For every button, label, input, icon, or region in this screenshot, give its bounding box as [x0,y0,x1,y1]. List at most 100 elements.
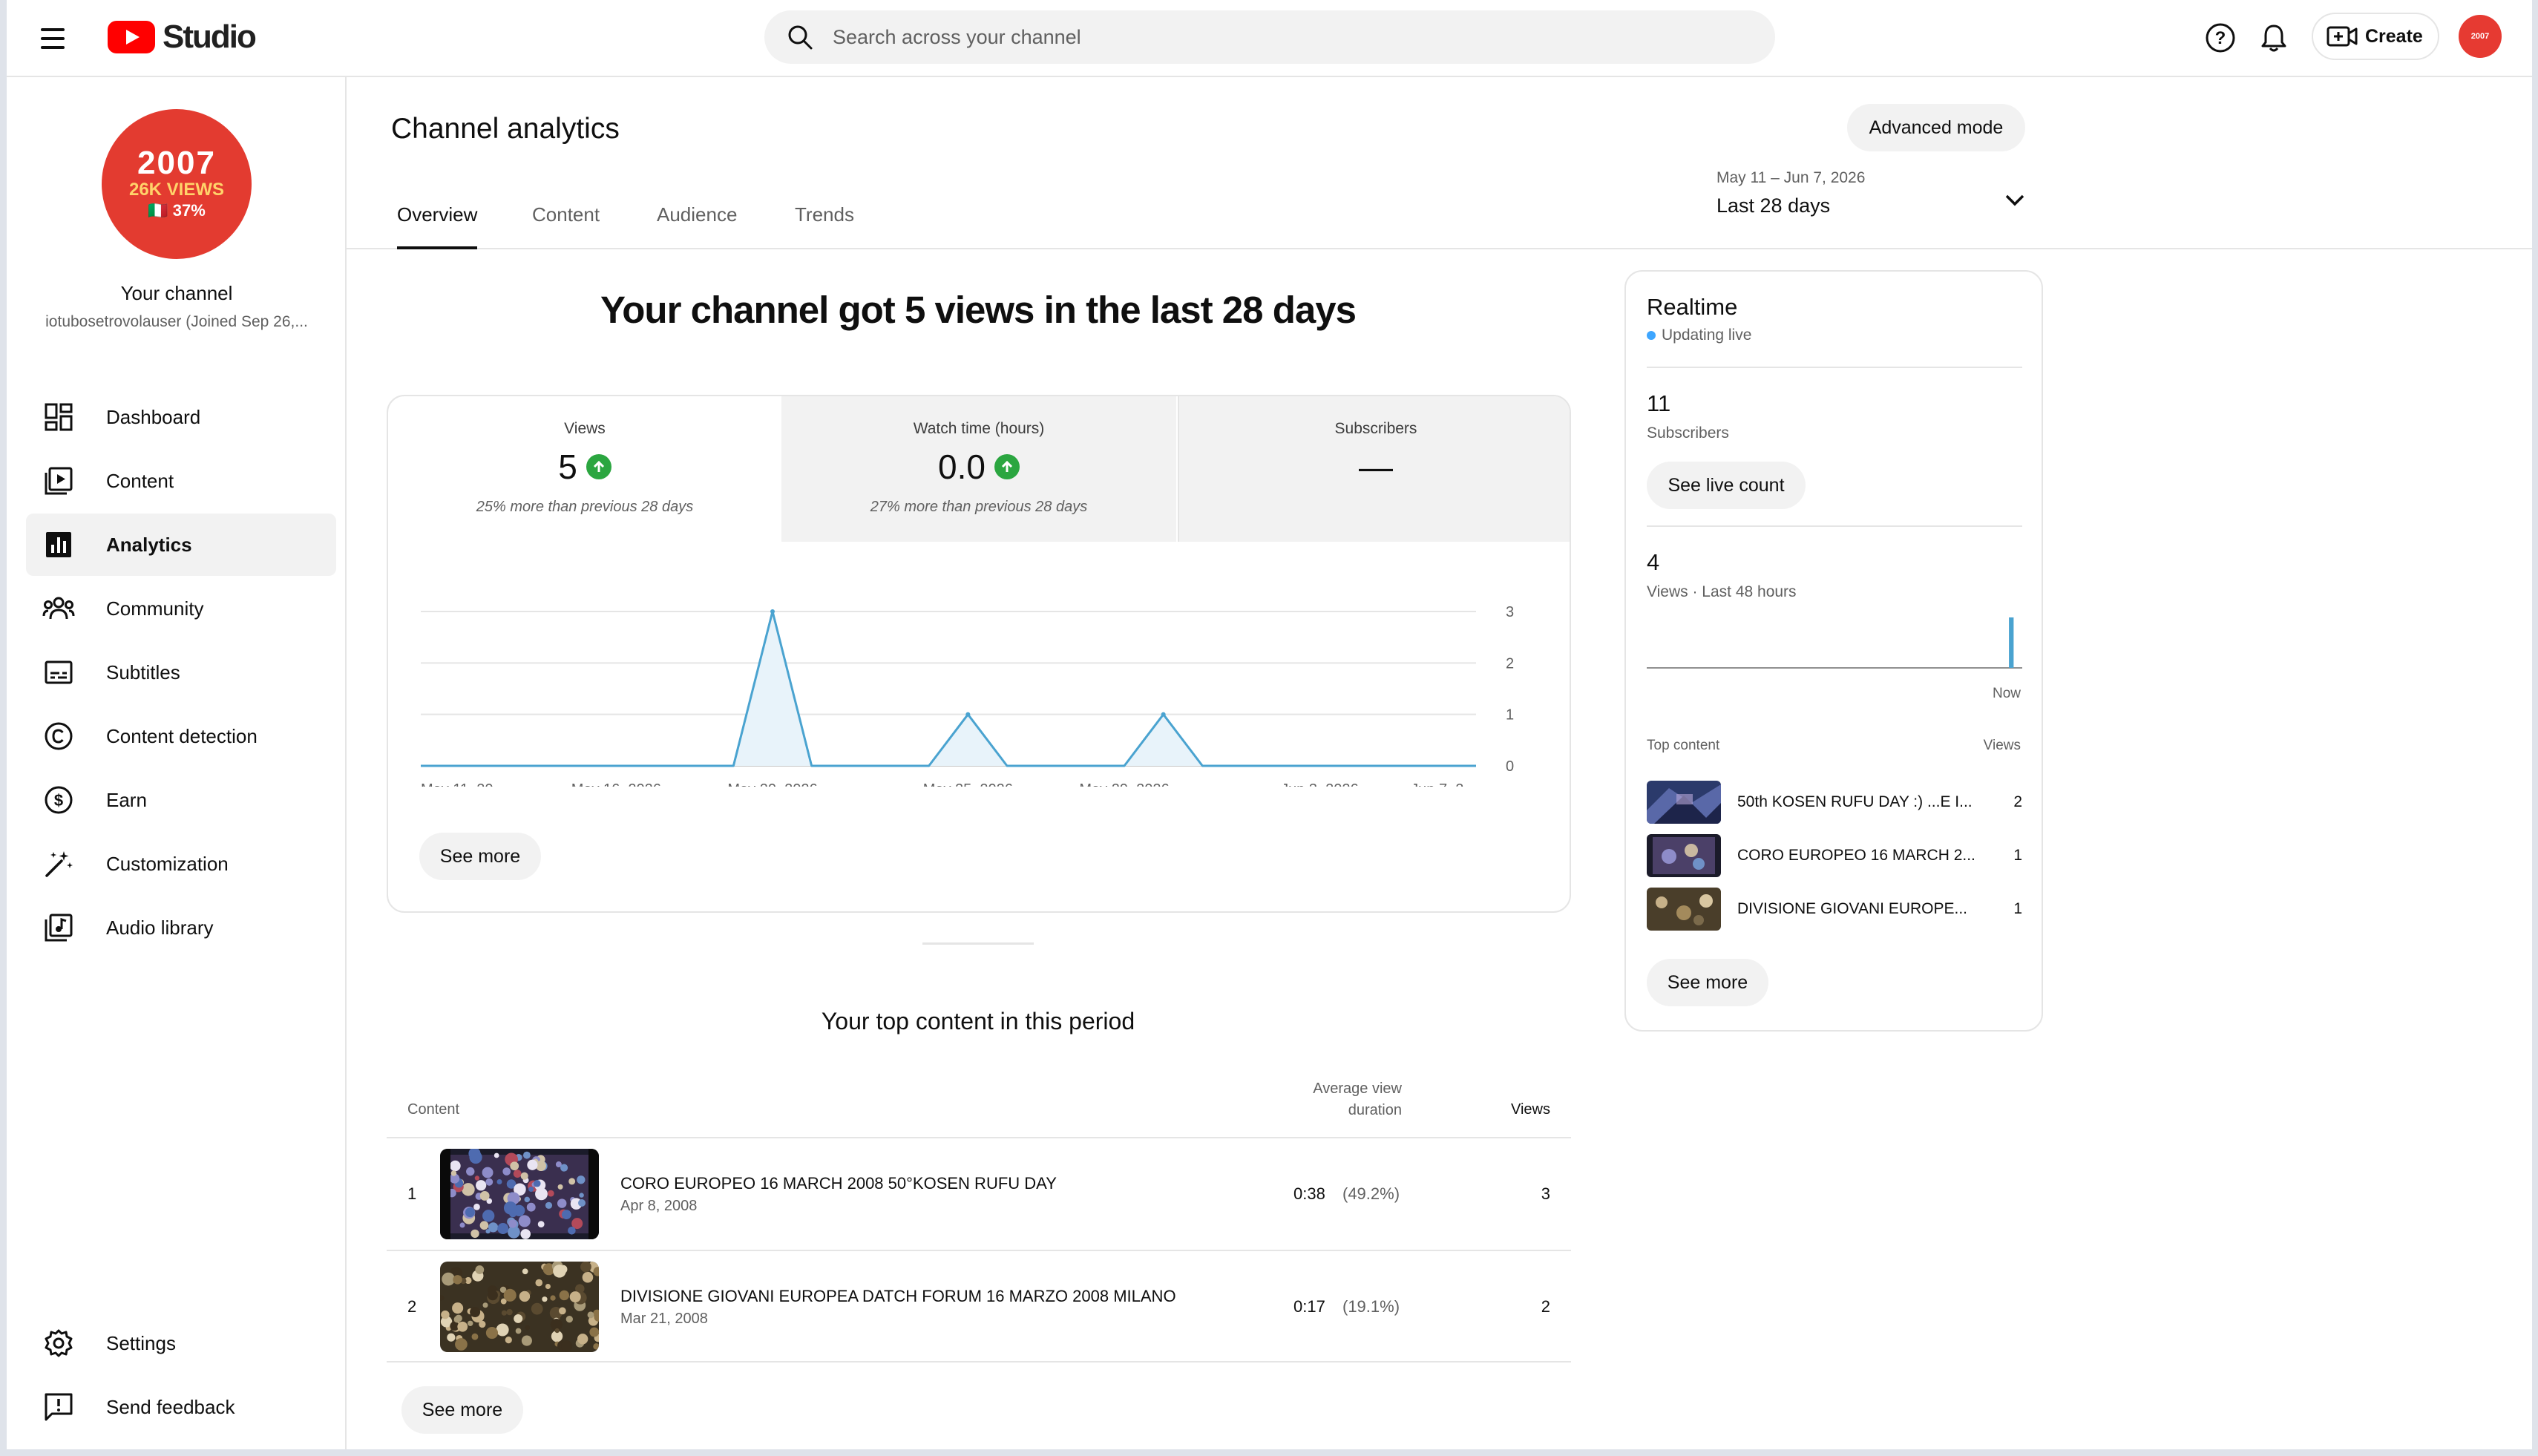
x-tick-label: May 20, 2026 [727,781,817,787]
sidebar-item-content-detection[interactable]: Content detection [26,705,336,767]
video-title[interactable]: CORO EUROPEO 16 MARCH 2008 50°KOSEN RUFU… [620,1174,1057,1193]
realtime-item-views: 2 [2013,793,2022,810]
metrics-card: Views 5 25% more than previous 28 days W… [387,395,1571,913]
metric-subscribers[interactable]: Subscribers — [1178,396,1570,542]
sidebar-item-analytics[interactable]: Analytics [26,514,336,576]
metric-watch-time[interactable]: Watch time (hours) 0.0 27% more than pre… [781,396,1176,542]
metric-views[interactable]: Views 5 25% more than previous 28 days [388,396,781,542]
studio-logo[interactable]: Studio [108,16,257,58]
svg-text:?: ? [2215,28,2226,48]
video-thumbnail[interactable] [440,1262,599,1352]
tab-overview[interactable]: Overview [397,203,478,249]
x-tick-label: May 25, 2026 [923,781,1013,787]
column-header-avg-duration[interactable]: Average view duration [1268,1080,1402,1119]
realtime-item-title: CORO EUROPEO 16 MARCH 2... [1737,847,1975,864]
column-header-views[interactable]: Views [1491,1101,1550,1118]
sidebar-item-audio-library[interactable]: Audio library [26,896,336,959]
menu-icon[interactable] [35,21,70,56]
divider [1647,367,2022,368]
sidebar-item-label: Customization [106,852,229,875]
sidebar-item-community[interactable]: Community [26,577,336,640]
views-area [421,611,1476,766]
avg-view-percent: (19.1%) [1342,1297,1400,1316]
sidebar-item-customization[interactable]: Customization [26,833,336,895]
channel-avatar-line1: 2007 [137,145,216,181]
video-thumbnail [1647,781,1721,824]
channel-avatar[interactable]: 2007 26K VIEWS 🇮🇹 37% [102,109,252,259]
tab-content[interactable]: Content [532,203,600,249]
search-icon [788,25,813,50]
video-title[interactable]: DIVISIONE GIOVANI EUROPEA DATCH FORUM 16… [620,1287,1176,1306]
avg-view-duration: 0:17 [1293,1297,1325,1316]
sidebar-item-label: Earn [106,788,147,811]
copyright-icon [41,718,76,754]
row-rank: 1 [407,1184,417,1203]
sidebar-item-label: Dashboard [106,405,201,428]
sidebar-item-dashboard[interactable]: Dashboard [26,386,336,448]
metric-label: Watch time (hours) [913,420,1045,437]
channel-avatar-line3: 🇮🇹 37% [148,201,206,220]
realtime-see-more-button[interactable]: See more [1647,959,1768,1006]
create-label: Create [2365,25,2423,47]
sidebar-item-earn[interactable]: $ Earn [26,769,336,831]
video-thumbnail[interactable] [440,1149,599,1239]
sidebar-item-label: Community [106,597,204,620]
avg-view-duration: 0:38 [1293,1184,1325,1203]
column-header-avg-line2: duration [1348,1102,1402,1118]
x-tick-label: May 11, 20... [421,781,505,787]
metric-value: 0.0 [938,447,986,486]
realtime-item-views: 1 [2013,900,2022,917]
channel-handle: iotubosetrovolauser (Joined Sep 26,... [45,313,308,330]
notifications-bell-icon[interactable] [2255,19,2292,56]
data-point [965,712,971,717]
table-row[interactable]: 2 DIVISIONE GIOVANI EUROPEA DATCH FORUM … [387,1250,1571,1362]
analytics-icon [41,527,76,563]
create-video-icon [2326,26,2358,47]
y-tick-label: 3 [1506,604,1514,620]
sidebar-item-settings[interactable]: Settings [26,1312,336,1374]
realtime-bar [2009,617,2014,668]
subtitles-icon [41,655,76,690]
realtime-top-item[interactable]: CORO EUROPEO 16 MARCH 2... 1 [1647,833,2022,879]
y-tick-label: 0 [1506,758,1514,775]
x-tick-label: May 16, 2026 [571,781,661,787]
table-row[interactable]: 1 CORO EUROPEO 16 MARCH 2008 50°KOSEN RU… [387,1137,1571,1250]
video-thumbnail [1647,834,1721,877]
gear-icon [41,1325,76,1361]
sidebar-item-subtitles[interactable]: Subtitles [26,641,336,704]
sidebar-item-content[interactable]: Content [26,450,336,512]
advanced-mode-button[interactable]: Advanced mode [1847,104,2025,151]
search-bar[interactable] [764,10,1775,64]
realtime-item-title: 50th KOSEN RUFU DAY :) ...E I... [1737,793,1973,810]
tab-trends[interactable]: Trends [795,203,854,249]
realtime-views-label: Views · Last 48 hours [1647,583,1797,600]
realtime-status: Updating live [1647,327,1751,344]
sidebar-item-send-feedback[interactable]: Send feedback [26,1376,336,1438]
top-content-see-more-button[interactable]: See more [401,1386,523,1434]
video-date: Mar 21, 2008 [620,1311,708,1327]
sidebar-item-label: Subtitles [106,660,180,683]
search-input[interactable] [833,25,1723,49]
account-avatar[interactable]: 2007 [2459,15,2502,58]
realtime-top-item[interactable]: 50th KOSEN RUFU DAY :) ...E I... 2 [1647,779,2022,825]
channel-avatar-line2: 26K VIEWS [128,180,225,200]
top-content-title: Your top content in this period [821,1008,1135,1034]
sidebar-item-label: Settings [106,1331,176,1354]
see-more-button[interactable]: See more [419,833,541,880]
youtube-logo-icon [108,21,155,53]
see-live-count-button[interactable]: See live count [1647,462,1806,509]
sidebar: 2007 26K VIEWS 🇮🇹 37% Your channel iotub… [7,77,347,1449]
realtime-top-item[interactable]: DIVISIONE GIOVANI EUROPE... 1 [1647,886,2022,932]
help-icon[interactable]: ? [2202,19,2239,56]
realtime-item-views: 1 [2013,847,2022,864]
channel-title[interactable]: Your channel [7,282,347,305]
create-button[interactable]: Create [2312,13,2439,60]
dashboard-icon [41,399,76,435]
audio-library-icon [41,910,76,945]
tab-audience[interactable]: Audience [657,203,737,249]
video-views: 2 [1541,1297,1550,1316]
data-point [1161,712,1166,717]
realtime-views-header: Views [1983,738,2021,753]
top-header: Studio ? Create 2007 [7,0,2532,77]
x-tick-label: May 29, 2026 [1079,781,1169,787]
